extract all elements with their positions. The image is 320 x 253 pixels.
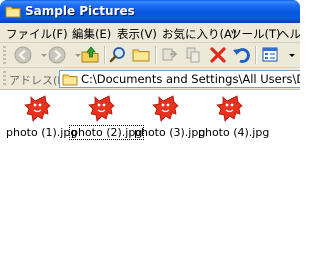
file-name: photo (3).jpg	[134, 126, 206, 139]
toolbar-separator	[255, 46, 256, 64]
forward-button[interactable]	[47, 45, 67, 65]
image-file-icon	[215, 94, 245, 124]
menu-tools[interactable]: ツール(T)	[230, 26, 281, 42]
views-dropdown[interactable]	[282, 45, 295, 65]
toolbar-separator	[104, 46, 105, 64]
back-button[interactable]	[13, 45, 33, 65]
search-button[interactable]	[108, 45, 128, 65]
window-title: Sample Pictures	[25, 4, 135, 18]
delete-x-icon	[210, 47, 226, 63]
folders-button[interactable]	[131, 45, 151, 65]
undo-button[interactable]	[231, 45, 251, 65]
standard-toolbar	[0, 43, 300, 68]
move-to-button[interactable]	[160, 45, 180, 65]
image-file-icon	[151, 94, 181, 124]
chevron-down-icon	[289, 54, 295, 57]
copy-to-button[interactable]	[184, 45, 204, 65]
file-item[interactable]: photo (4).jpg	[198, 94, 270, 140]
address-path: C:\Documents and Settings\All Users\Docu…	[81, 72, 300, 86]
undo-icon	[233, 48, 250, 63]
menu-bar: ファイル(F) 編集(E) 表示(V) お気に入り(A) ツール(T) ヘルプ	[0, 23, 300, 43]
folders-icon	[132, 49, 150, 62]
move-to-icon	[162, 48, 178, 61]
menu-view[interactable]: 表示(V)	[117, 26, 157, 42]
file-name: photo (4).jpg	[198, 126, 270, 139]
up-folder-button[interactable]	[80, 45, 100, 65]
folder-icon	[5, 4, 21, 18]
file-item[interactable]: photo (1).jpg	[6, 94, 78, 140]
address-bar: アドレス(D) C:\Documents and Settings\All Us…	[0, 68, 300, 90]
menu-file[interactable]: ファイル(F)	[6, 26, 68, 42]
menu-edit[interactable]: 編集(E)	[72, 26, 111, 42]
address-grip[interactable]	[3, 71, 6, 87]
copy-to-icon	[186, 47, 200, 63]
title-bar[interactable]: Sample Pictures	[0, 0, 300, 23]
explorer-window: Sample Pictures ファイル(F) 編集(E) 表示(V) お気に入…	[0, 0, 300, 253]
forward-dropdown[interactable]	[68, 45, 81, 65]
address-input[interactable]: C:\Documents and Settings\All Users\Docu…	[59, 70, 300, 88]
back-arrow-icon	[14, 46, 32, 64]
toolbar-separator	[155, 46, 156, 64]
file-item[interactable]: photo (3).jpg	[134, 94, 206, 140]
search-icon	[109, 47, 125, 63]
folder-icon	[62, 72, 78, 86]
back-dropdown[interactable]	[34, 45, 47, 65]
file-name: photo (2).jpg	[68, 125, 145, 140]
views-icon	[262, 47, 278, 62]
file-name: photo (1).jpg	[6, 126, 78, 139]
folder-up-icon	[81, 46, 99, 63]
menu-help[interactable]: ヘルプ	[278, 26, 300, 42]
views-button[interactable]	[261, 45, 281, 65]
image-file-icon	[23, 94, 53, 124]
file-list-view[interactable]: photo (1).jpg photo (2).jpg photo (3).jp…	[0, 90, 300, 253]
image-file-icon	[87, 94, 117, 124]
forward-arrow-icon	[48, 46, 66, 64]
delete-button[interactable]	[208, 45, 228, 65]
file-item[interactable]: photo (2).jpg	[68, 94, 145, 140]
toolbar-grip[interactable]	[3, 46, 6, 65]
menu-favorites[interactable]: お気に入り(A)	[162, 26, 236, 42]
